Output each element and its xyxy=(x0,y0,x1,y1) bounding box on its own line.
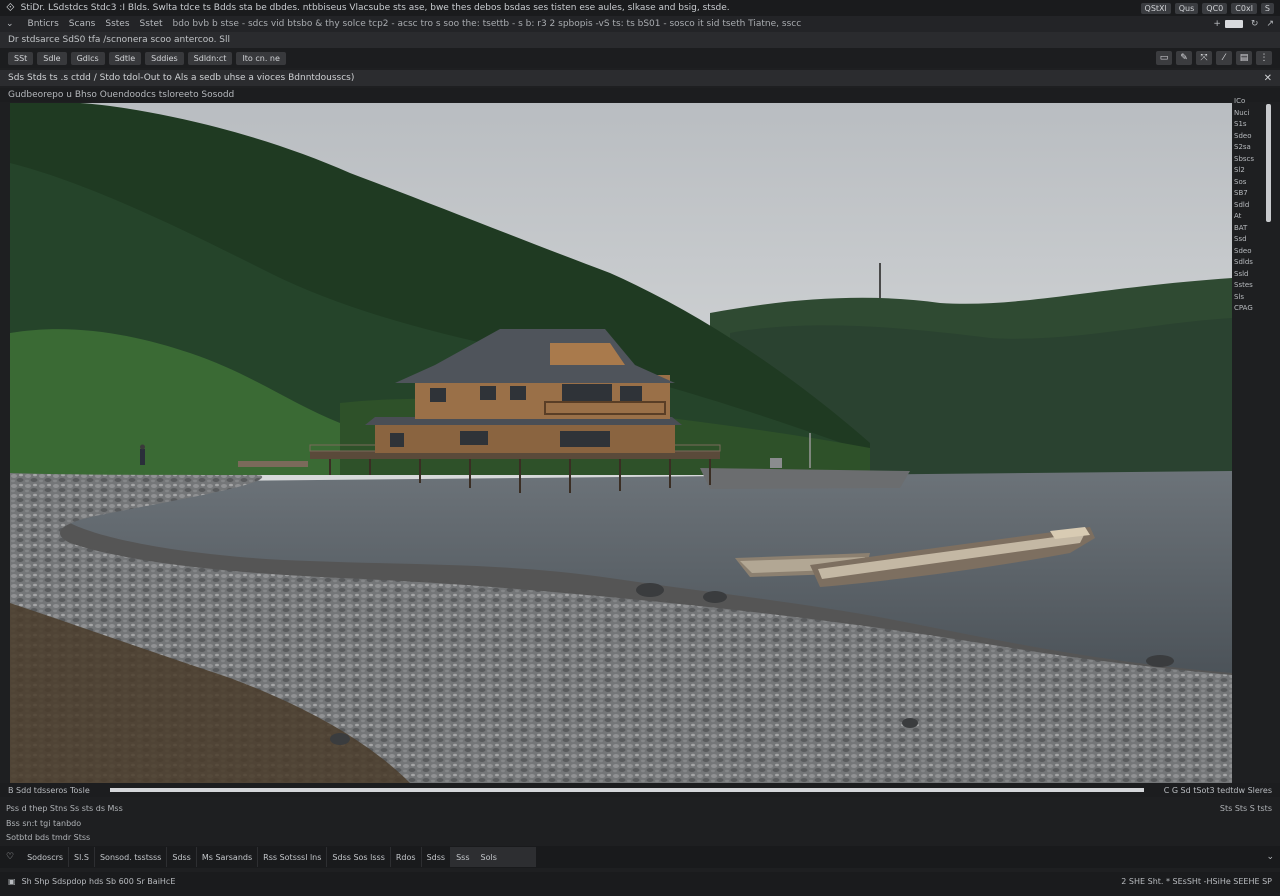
toolbar-button-5[interactable]: Sddies xyxy=(145,51,184,65)
side-label-13[interactable]: Ssd xyxy=(1234,234,1270,246)
side-label-17[interactable]: Sstes xyxy=(1234,280,1270,292)
toolbar-button-3[interactable]: Gdlcs xyxy=(70,51,105,65)
menu-bar: ⟐ StiDr. LSdstdcs Stdc3 :I Blds. Swlta t… xyxy=(0,0,1280,16)
status-pill-4[interactable]: C0xl xyxy=(1231,2,1257,14)
heart-icon[interactable]: ♡ xyxy=(6,852,14,862)
status-pill-1[interactable]: QStXl xyxy=(1140,2,1171,14)
side-label-5[interactable]: S2sa xyxy=(1234,142,1270,154)
side-label-4[interactable]: Sdeo xyxy=(1234,131,1270,143)
layer-icon[interactable]: ▤ xyxy=(1236,51,1252,65)
menu-text[interactable]: StiDr. LSdstdcs Stdc3 :I Blds. Swlta tdc… xyxy=(21,3,1137,13)
tab-7[interactable]: Sdss Sos lsss xyxy=(327,847,391,867)
side-label-2[interactable]: Nuci xyxy=(1234,108,1270,120)
menu-item-2[interactable]: Scans xyxy=(69,19,96,29)
tab-9[interactable]: Sdss xyxy=(422,847,452,867)
menu-long-text: bdo bvb b stse - sdcs vid btsbo & thy so… xyxy=(172,19,802,29)
close-icon[interactable]: ✕ xyxy=(1264,73,1272,84)
status-pill-5[interactable]: S xyxy=(1260,2,1274,14)
chevron-down-icon[interactable]: ⌄ xyxy=(6,19,14,29)
tool-menu-bar: ⌄ Bnticrs Scans Sstes Sstet bdo bvb b st… xyxy=(0,16,1280,32)
transform-icon[interactable]: ⤧ xyxy=(1196,51,1212,65)
lake-photo xyxy=(10,103,1232,783)
menu-item-3[interactable]: Sstes xyxy=(105,19,129,29)
status-left: B Sdd tdsseros Tosle xyxy=(8,785,90,795)
address-text[interactable]: Dr stdsarce SdS0 tfa /scnonera scoo ante… xyxy=(8,35,230,45)
side-label-7[interactable]: Sl2 xyxy=(1234,165,1270,177)
horizontal-scrollbar[interactable] xyxy=(109,788,1144,792)
menu-item-1[interactable]: Bnticrs xyxy=(28,19,59,29)
path-bar: Sds Stds ts .s ctdd / Stdo tdol-Out to A… xyxy=(0,70,1280,86)
copy-icon[interactable]: ▭ xyxy=(1156,51,1172,65)
app-icon[interactable]: ⟐ xyxy=(6,1,15,15)
side-label-16[interactable]: Ssld xyxy=(1234,269,1270,281)
side-label-14[interactable]: Sdeo xyxy=(1234,246,1270,258)
info-line-1-right: Sts Sts S tsts xyxy=(1219,804,1272,813)
status-bar: B Sdd tdsseros Tosle C G Sd tSot3 tedtdw… xyxy=(0,783,1280,797)
menu-item-4[interactable]: Sstet xyxy=(140,19,163,29)
info-line-1: Pss d thep Stns Ss sts ds Mss xyxy=(6,804,123,813)
side-label-6[interactable]: Sbscs xyxy=(1234,154,1270,166)
footer-right: 2 SHE Sht. * SEsSHt -HSiHe SEEHE SP xyxy=(1121,876,1272,886)
rock-jetty xyxy=(700,468,910,489)
side-label-8[interactable]: Sos xyxy=(1234,177,1270,189)
status-pill-3[interactable]: QC0 xyxy=(1202,2,1228,14)
toolbar-button-4[interactable]: Sdtle xyxy=(108,51,142,65)
side-label-18[interactable]: Sls xyxy=(1234,292,1270,304)
tab-6[interactable]: Rss Sotsssl lns xyxy=(258,847,328,867)
toolbar-button-6[interactable]: Sdldn:ct xyxy=(187,51,233,65)
tab-2[interactable]: Sl.S xyxy=(69,847,95,867)
side-label-19[interactable]: CPAG xyxy=(1234,303,1270,315)
pen-icon[interactable]: ⁄ xyxy=(1216,51,1232,65)
bottom-tab-bar: ♡ Sodoscrs Sl.S Sonsod. tsstsss Sdss Ms … xyxy=(0,846,1280,868)
path-text[interactable]: Sds Stds ts .s ctdd / Stdo tdol-Out to A… xyxy=(8,73,354,83)
add-icon[interactable]: + xyxy=(1213,19,1221,29)
tab-empty[interactable] xyxy=(502,847,536,867)
status-pill-2[interactable]: Qus xyxy=(1174,2,1199,14)
footer-bar: ▣ Sh Shp Sdspdop hds Sb 600 Sr BaiHcE 2 … xyxy=(0,872,1280,890)
side-label-9[interactable]: SB7 xyxy=(1234,188,1270,200)
document-icon: ▣ xyxy=(8,876,16,886)
wrench-icon[interactable]: ✎ xyxy=(1176,51,1192,65)
info-line-3: Sotbtd bds tmdr Stss xyxy=(6,833,91,842)
properties-sidebar: ICo Nuci S1s Sdeo S2sa Sbscs Sl2 Sos SB7… xyxy=(1234,96,1270,786)
image-viewport[interactable] xyxy=(10,103,1232,783)
toolbar-button-2[interactable]: Sdle xyxy=(37,51,67,65)
side-label-12[interactable]: BAT xyxy=(1234,223,1270,235)
tab-10[interactable]: Sss xyxy=(451,847,476,867)
tab-5[interactable]: Ms Sarsands xyxy=(197,847,259,867)
side-label-15[interactable]: Sdlds xyxy=(1234,257,1270,269)
person-figure xyxy=(140,449,145,465)
tab-3[interactable]: Sonsod. tsstsss xyxy=(95,847,168,867)
expand-icon[interactable]: ↗ xyxy=(1266,19,1274,29)
toolbar-button-7[interactable]: Ito cn. ne xyxy=(236,51,286,65)
tab-11[interactable]: Sols xyxy=(475,847,503,867)
caption-text: Gudbeorepo u Bhso Ouendoodcs tsloreeto S… xyxy=(8,90,235,100)
tab-8[interactable]: Rdos xyxy=(391,847,422,867)
side-label-11[interactable]: At xyxy=(1234,211,1270,223)
info-line-2: Bss sn:t tgi tanbdo xyxy=(6,819,82,828)
side-label-3[interactable]: S1s xyxy=(1234,119,1270,131)
chevron-down-icon[interactable]: ⌄ xyxy=(1266,852,1274,862)
caption-bar: Gudbeorepo u Bhso Ouendoodcs tsloreeto S… xyxy=(0,88,1280,102)
toolbar-button-1[interactable]: SSt xyxy=(8,51,34,65)
side-label-10[interactable]: Sdld xyxy=(1234,200,1270,212)
zoom-slider[interactable] xyxy=(1224,20,1243,28)
more-icon[interactable]: ⋮ xyxy=(1256,51,1272,65)
address-bar[interactable]: Dr stdsarce SdS0 tfa /scnonera scoo ante… xyxy=(0,32,1280,48)
footer-left: Sh Shp Sdspdop hds Sb 600 Sr BaiHcE xyxy=(21,876,176,886)
vertical-scrollbar[interactable] xyxy=(1266,104,1271,222)
refresh-icon[interactable]: ↻ xyxy=(1251,19,1259,29)
status-right: C G Sd tSot3 tedtdw Sleres xyxy=(1163,785,1272,795)
tab-1[interactable]: Sodoscrs xyxy=(22,847,70,867)
tab-4[interactable]: Sdss xyxy=(167,847,197,867)
toolbar: SSt Sdle Gdlcs Sdtle Sddies Sdldn:ct Ito… xyxy=(0,48,1280,68)
side-label-1[interactable]: ICo xyxy=(1234,96,1270,108)
